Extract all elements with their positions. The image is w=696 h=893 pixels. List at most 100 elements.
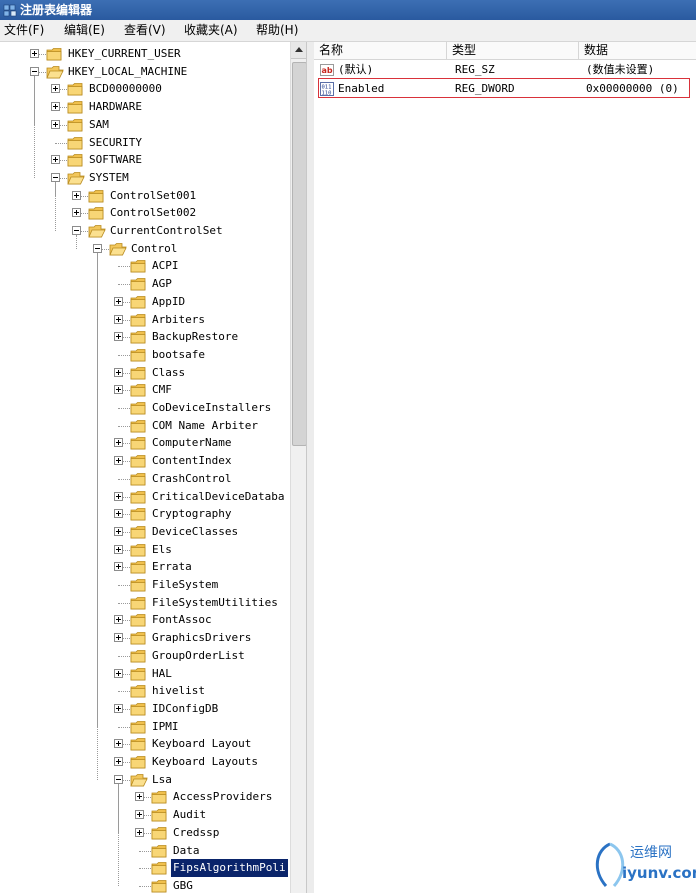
collapse-minus-icon[interactable] xyxy=(72,226,81,235)
menu-help[interactable]: 帮助(H) xyxy=(256,20,298,41)
expand-plus-icon[interactable] xyxy=(51,102,60,112)
tree-node[interactable]: ContentIndex xyxy=(0,452,290,470)
tree-node[interactable]: FileSystemUtilities xyxy=(0,594,290,612)
tree-node[interactable]: BCD00000000 xyxy=(0,80,290,98)
tree-node[interactable]: HKEY_LOCAL_MACHINE xyxy=(0,63,290,81)
tree-node[interactable]: SOFTWARE xyxy=(0,151,290,169)
tree-node[interactable]: FileSystem xyxy=(0,576,290,594)
tree-node-label: BackupRestore xyxy=(152,330,239,344)
menu-view[interactable]: 查看(V) xyxy=(124,20,166,41)
registry-key-tree[interactable]: HKEY_CURRENT_USER HKEY_LOCAL_MACHINE BCD00… xyxy=(0,42,290,893)
expand-plus-icon[interactable] xyxy=(114,668,123,678)
expand-plus-icon[interactable] xyxy=(114,633,123,643)
tree-node[interactable]: ControlSet002 xyxy=(0,204,290,222)
column-header-type[interactable]: 类型 xyxy=(447,42,579,59)
tree-node[interactable]: bootsafe xyxy=(0,346,290,364)
tree-node[interactable]: AccessProviders xyxy=(0,788,290,806)
expand-plus-icon[interactable] xyxy=(114,544,123,554)
menu-favorites[interactable]: 收藏夹(A) xyxy=(184,20,238,41)
tree-node[interactable]: BackupRestore xyxy=(0,328,290,346)
tree-node[interactable]: Cryptography xyxy=(0,505,290,523)
tree-node[interactable]: Errata xyxy=(0,558,290,576)
collapse-minus-icon[interactable] xyxy=(93,243,102,253)
tree-node[interactable]: Keyboard Layouts xyxy=(0,753,290,771)
tree-node[interactable]: SECURITY xyxy=(0,134,290,152)
column-header-name[interactable]: 名称 xyxy=(314,42,447,59)
collapse-minus-icon[interactable] xyxy=(30,66,39,76)
expand-plus-icon[interactable] xyxy=(51,155,60,165)
tree-node[interactable]: Credssp xyxy=(0,824,290,842)
tree-node[interactable]: Audit xyxy=(0,806,290,824)
expand-plus-icon[interactable] xyxy=(114,438,123,448)
expand-plus-icon[interactable] xyxy=(72,190,81,200)
expand-plus-icon[interactable] xyxy=(114,314,123,324)
expand-plus-icon[interactable] xyxy=(51,84,60,94)
expand-plus-icon[interactable] xyxy=(114,562,123,572)
tree-node[interactable]: CurrentControlSet xyxy=(0,222,290,240)
tree-node[interactable]: Control xyxy=(0,240,290,258)
folder-icon xyxy=(67,83,83,96)
tree-node[interactable]: ACPI xyxy=(0,257,290,275)
expand-plus-icon[interactable] xyxy=(114,739,123,749)
collapse-minus-icon[interactable] xyxy=(51,172,60,182)
tree-node[interactable]: CoDeviceInstallers xyxy=(0,399,290,417)
expand-plus-icon[interactable] xyxy=(114,757,123,766)
tree-node[interactable]: CrashControl xyxy=(0,470,290,488)
expand-plus-icon[interactable] xyxy=(30,49,39,58)
expand-plus-icon[interactable] xyxy=(114,296,123,306)
tree-node[interactable]: HARDWARE xyxy=(0,98,290,116)
tree-node[interactable]: hivelist xyxy=(0,682,290,700)
tree-node[interactable]: SAM xyxy=(0,116,290,134)
registry-values-list[interactable]: 名称 类型 数据 ab (默认) REG_SZ (数值未设置) 011 110 … xyxy=(314,42,696,893)
tree-node[interactable]: COM Name Arbiter xyxy=(0,417,290,435)
expand-plus-icon[interactable] xyxy=(114,332,123,342)
tree-node[interactable]: IPMI xyxy=(0,718,290,736)
tree-node[interactable]: FipsAlgorithmPoli xyxy=(0,859,290,878)
tree-node[interactable]: SYSTEM xyxy=(0,169,290,187)
tree-node[interactable]: IDConfigDB xyxy=(0,700,290,718)
value-row-default[interactable]: ab (默认) REG_SZ (数值未设置) xyxy=(314,61,696,79)
column-header-data[interactable]: 数据 xyxy=(579,42,695,59)
expand-plus-icon[interactable] xyxy=(114,526,123,536)
tree-node[interactable]: CMF xyxy=(0,381,290,399)
collapse-minus-icon[interactable] xyxy=(114,774,123,784)
tree-node[interactable]: GraphicsDrivers xyxy=(0,629,290,647)
tree-node[interactable]: ControlSet001 xyxy=(0,187,290,205)
expand-plus-icon[interactable] xyxy=(114,491,123,501)
expand-plus-icon[interactable] xyxy=(135,810,144,820)
tree-node[interactable]: GroupOrderList xyxy=(0,647,290,665)
expand-plus-icon[interactable] xyxy=(114,456,123,466)
tree-node[interactable]: Keyboard Layout xyxy=(0,735,290,753)
menu-file[interactable]: 文件(F) xyxy=(4,20,44,41)
tree-node[interactable]: Els xyxy=(0,541,290,559)
scrollbar-thumb[interactable] xyxy=(292,62,307,446)
menu-bar: 文件(F) 编辑(E) 查看(V) 收藏夹(A) 帮助(H) xyxy=(0,20,696,42)
tree-node[interactable]: Arbiters xyxy=(0,311,290,329)
expand-plus-icon[interactable] xyxy=(114,615,123,625)
tree-node[interactable]: Class xyxy=(0,364,290,382)
menu-edit[interactable]: 编辑(E) xyxy=(64,20,105,41)
expand-plus-icon[interactable] xyxy=(114,385,123,395)
expand-plus-icon[interactable] xyxy=(114,703,123,713)
tree-node[interactable]: FontAssoc xyxy=(0,611,290,629)
tree-node[interactable]: Data xyxy=(0,842,290,860)
expand-plus-icon[interactable] xyxy=(114,509,123,519)
title-bar[interactable]: 注册表编辑器 xyxy=(0,0,696,20)
tree-node[interactable]: AppID xyxy=(0,293,290,311)
tree-node[interactable]: ComputerName xyxy=(0,434,290,452)
tree-node[interactable]: Lsa xyxy=(0,771,290,789)
expand-plus-icon[interactable] xyxy=(135,792,144,802)
expand-plus-icon[interactable] xyxy=(72,208,81,218)
expand-plus-icon[interactable] xyxy=(135,827,144,837)
tree-node[interactable]: AGP xyxy=(0,275,290,293)
expand-plus-icon[interactable] xyxy=(114,367,123,377)
tree-node[interactable]: DeviceClasses xyxy=(0,523,290,541)
tree-node[interactable]: HAL xyxy=(0,665,290,683)
tree-node[interactable]: HKEY_CURRENT_USER xyxy=(0,45,290,63)
scroll-up-arrow-icon[interactable] xyxy=(291,42,307,59)
tree-node-label: ControlSet001 xyxy=(110,188,197,202)
expand-plus-icon[interactable] xyxy=(51,119,60,129)
tree-scrollbar[interactable] xyxy=(290,42,307,893)
tree-node[interactable]: GBG xyxy=(0,877,290,893)
tree-node[interactable]: CriticalDeviceDataba xyxy=(0,488,290,506)
